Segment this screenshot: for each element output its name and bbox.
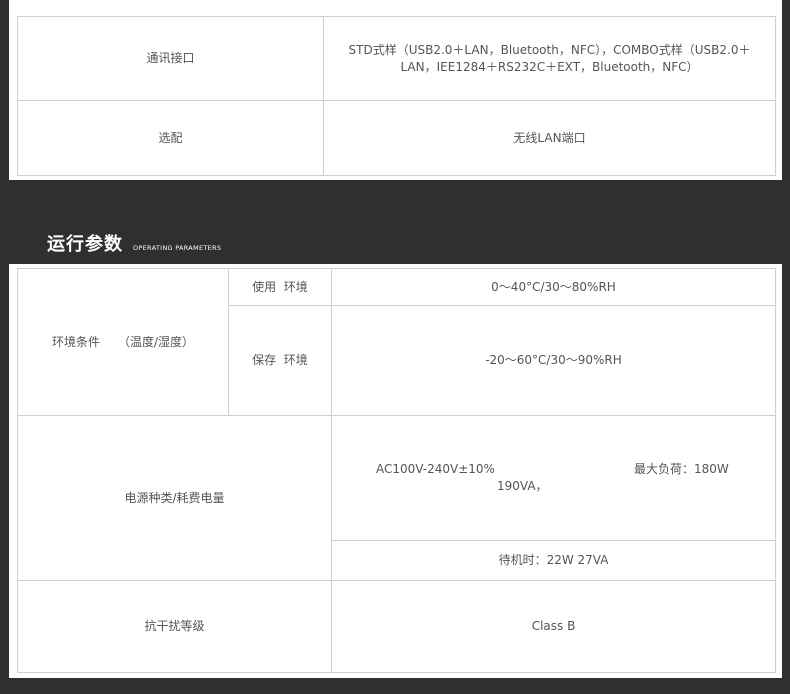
row-label-option: 选配 (17, 100, 324, 176)
power-value: AC100V-240V±10% 最大负荷：180W 190VA， (331, 415, 776, 541)
spec-table-params: 环境条件 （温度/湿度） 使用 环境 0～40°C/30～80%RH 保存 环境… (17, 268, 776, 673)
env-usage-label: 使用 环境 (228, 268, 332, 306)
env-usage-value: 0～40°C/30～80%RH (331, 268, 776, 306)
table-row: 环境条件 （温度/湿度） 使用 环境 0～40°C/30～80%RH (17, 268, 776, 416)
row-label-interface: 通讯接口 (17, 16, 324, 101)
env-storage-value: -20～60°C/30～90%RH (331, 305, 776, 416)
spec-panel-params: 环境条件 （温度/湿度） 使用 环境 0～40°C/30～80%RH 保存 环境… (9, 264, 782, 678)
env-storage-label: 保存 环境 (228, 305, 332, 416)
spec-panel-top: 通讯接口 STD式样（USB2.0＋LAN，Bluetooth，NFC），COM… (9, 0, 782, 180)
power-voltage: AC100V-240V±10% (376, 462, 495, 476)
power-spec-block: AC100V-240V±10% 最大负荷：180W 190VA， (332, 458, 775, 498)
table-row: 抗干扰等级 Class B (17, 580, 776, 673)
section-subtitle: OPERATING PARAMETERS (133, 244, 222, 252)
emi-value: Class B (331, 580, 776, 673)
power-max-load: 最大负荷：180W (634, 462, 729, 476)
power-standby: 待机时：22W 27VA (331, 540, 776, 581)
section-heading: 运行参数 OPERATING PARAMETERS (47, 230, 221, 256)
row-value-option: 无线LAN端口 (323, 100, 776, 176)
table-row: 通讯接口 STD式样（USB2.0＋LAN，Bluetooth，NFC），COM… (17, 16, 776, 101)
table-row: 选配 无线LAN端口 (17, 100, 776, 176)
power-label: 电源种类/耗费电量 (17, 415, 332, 581)
section-title: 运行参数 (47, 234, 123, 255)
emi-label: 抗干扰等级 (17, 580, 332, 673)
env-label: 环境条件 （温度/湿度） (17, 268, 229, 416)
table-row: 电源种类/耗费电量 AC100V-240V±10% 最大负荷：180W 190V… (17, 415, 776, 581)
power-va: 190VA， (497, 479, 548, 493)
spec-table-top: 通讯接口 STD式样（USB2.0＋LAN，Bluetooth，NFC），COM… (17, 16, 776, 176)
row-value-interface: STD式样（USB2.0＋LAN，Bluetooth，NFC），COMBO式样（… (323, 16, 776, 101)
